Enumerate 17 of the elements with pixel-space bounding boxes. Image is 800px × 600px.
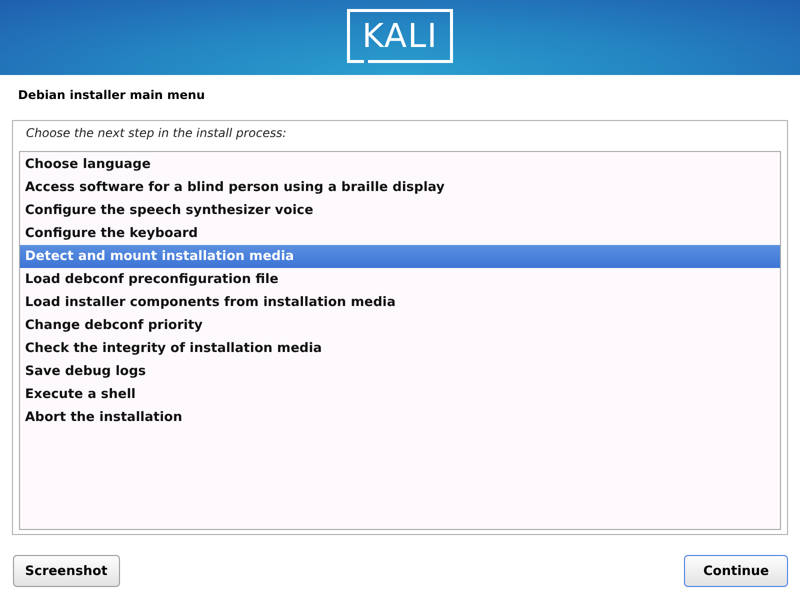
continue-button[interactable]: Continue (684, 555, 788, 587)
menu-item[interactable]: Choose language (20, 153, 780, 176)
menu-item[interactable]: Check the integrity of installation media (20, 337, 780, 360)
menu-item[interactable]: Load debconf preconfiguration file (20, 268, 780, 291)
menu-item[interactable]: Execute a shell (20, 383, 780, 406)
menu-item[interactable]: Load installer components from installation media (20, 291, 780, 314)
menu-item[interactable]: Access software for a blind person using a braille display (20, 176, 780, 199)
logo-text: KALI (362, 19, 438, 52)
menu-item[interactable]: Configure the keyboard (20, 222, 780, 245)
menu-item[interactable]: Save debug logs (20, 360, 780, 383)
menu-item[interactable]: Change debconf priority (20, 314, 780, 337)
screenshot-button[interactable]: Screenshot (13, 555, 120, 587)
menu-item[interactable]: Abort the installation (20, 406, 780, 429)
menu-item[interactable]: Detect and mount installation media (20, 245, 780, 268)
prompt-text: Choose the next step in the install process: (26, 126, 288, 142)
page-title: Debian installer main menu (17, 87, 206, 104)
menu-item[interactable]: Configure the speech synthesizer voice (20, 199, 780, 222)
